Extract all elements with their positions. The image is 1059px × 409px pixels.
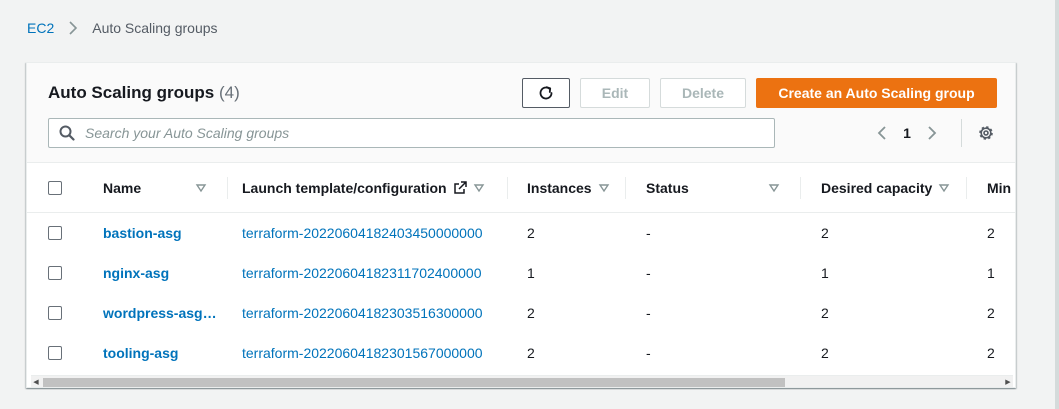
row-select-cell	[48, 213, 62, 253]
sort-icon[interactable]	[598, 182, 610, 194]
instances-cell: 1	[527, 265, 535, 281]
breadcrumb: EC2 Auto Scaling groups	[27, 18, 218, 38]
refresh-icon	[537, 84, 555, 102]
horizontal-scrollbar[interactable]: ◀ ▶	[31, 375, 1013, 387]
column-header-label: Desired capacity	[821, 180, 933, 196]
table-row[interactable]: wordpress-asg… terraform-202206041823035…	[27, 293, 1015, 333]
column-header-label: Instances	[527, 180, 592, 196]
page-title: Auto Scaling groups (4)	[48, 83, 240, 103]
row-select-cell	[48, 333, 62, 373]
scroll-right-icon[interactable]: ▶	[1003, 376, 1013, 387]
edit-button[interactable]: Edit	[580, 78, 650, 108]
column-header-label: Launch template/configuration	[242, 180, 447, 196]
group-name-link[interactable]: bastion-asg	[103, 225, 182, 241]
delete-button[interactable]: Delete	[660, 78, 746, 108]
chevron-right-icon	[68, 21, 78, 35]
auto-scaling-groups-table: Name Launch template/configuration Insta…	[27, 163, 1015, 373]
search-input[interactable]	[85, 125, 774, 141]
column-header-label: Min	[987, 180, 1012, 196]
desired-capacity-cell: 1	[821, 265, 829, 281]
min-cell: 1	[987, 265, 995, 281]
status-cell: -	[646, 225, 651, 241]
launch-template-link[interactable]: terraform-20220604182311702400000	[242, 265, 482, 281]
select-all-checkbox[interactable]	[48, 181, 62, 195]
launch-template-link[interactable]: terraform-20220604182301567000000	[242, 345, 483, 361]
panel-title-text: Auto Scaling groups	[48, 83, 215, 102]
scrollbar-thumb[interactable]	[43, 378, 785, 387]
row-checkbox[interactable]	[48, 346, 62, 360]
group-name-link[interactable]: wordpress-asg…	[103, 305, 217, 321]
column-header-label: Status	[646, 180, 689, 196]
status-cell: -	[646, 345, 651, 361]
search-icon	[59, 125, 75, 141]
scroll-left-icon[interactable]: ◀	[31, 376, 41, 387]
column-divider	[966, 177, 967, 199]
row-checkbox[interactable]	[48, 266, 62, 280]
row-checkbox[interactable]	[48, 226, 62, 240]
column-divider	[625, 177, 626, 199]
desired-capacity-cell: 2	[821, 225, 829, 241]
auto-scaling-groups-panel: Auto Scaling groups (4) Edit Delete Crea…	[26, 62, 1016, 388]
table-header-row: Name Launch template/configuration Insta…	[27, 163, 1015, 213]
pagination: 1	[872, 121, 942, 145]
status-cell: -	[646, 265, 651, 281]
gear-icon[interactable]	[977, 124, 995, 142]
external-link-icon	[453, 181, 467, 195]
desired-capacity-cell: 2	[821, 305, 829, 321]
launch-template-link[interactable]: terraform-20220604182303516300000	[242, 305, 483, 321]
sort-icon[interactable]	[768, 182, 780, 194]
window-edge	[1055, 0, 1059, 409]
instances-cell: 2	[527, 345, 535, 361]
row-checkbox[interactable]	[48, 306, 62, 320]
desired-capacity-cell: 2	[821, 345, 829, 361]
column-header-min[interactable]: Min	[987, 163, 1011, 213]
column-header-desired-capacity[interactable]: Desired capacity	[821, 163, 950, 213]
table-row[interactable]: nginx-asg terraform-20220604182311702400…	[27, 253, 1015, 293]
chevron-right-icon[interactable]	[922, 121, 942, 145]
instances-cell: 2	[527, 305, 535, 321]
min-cell: 2	[987, 305, 995, 321]
status-cell: -	[646, 305, 651, 321]
row-select-cell	[48, 293, 62, 333]
column-divider	[227, 177, 228, 199]
min-cell: 2	[987, 225, 995, 241]
toolbar-divider	[961, 119, 962, 147]
group-name-link[interactable]: tooling-asg	[103, 345, 178, 361]
column-header-instances[interactable]: Instances	[527, 163, 610, 213]
table-row[interactable]: tooling-asg terraform-202206041823015670…	[27, 333, 1015, 373]
column-divider	[800, 177, 801, 199]
create-auto-scaling-group-button[interactable]: Create an Auto Scaling group	[756, 78, 997, 108]
current-page-number[interactable]: 1	[892, 125, 922, 141]
panel-header: Auto Scaling groups (4) Edit Delete Crea…	[27, 63, 1015, 163]
column-header-status[interactable]: Status	[646, 163, 780, 213]
sort-icon[interactable]	[473, 182, 485, 194]
chevron-left-icon[interactable]	[872, 121, 892, 145]
column-header-launch-template[interactable]: Launch template/configuration	[242, 163, 485, 213]
refresh-button[interactable]	[522, 78, 570, 108]
column-header-label: Name	[103, 180, 142, 196]
instances-cell: 2	[527, 225, 535, 241]
column-divider	[507, 177, 508, 199]
select-all-cell	[48, 163, 62, 213]
sort-icon[interactable]	[195, 182, 207, 194]
search-box	[48, 118, 775, 148]
table-row[interactable]: bastion-asg terraform-202206041824034500…	[27, 213, 1015, 253]
group-count: (4)	[218, 83, 240, 102]
sort-icon[interactable]	[938, 182, 950, 194]
breadcrumb-ec2-link[interactable]: EC2	[27, 20, 54, 36]
group-name-link[interactable]: nginx-asg	[103, 265, 169, 281]
min-cell: 2	[987, 345, 995, 361]
breadcrumb-current: Auto Scaling groups	[92, 20, 218, 36]
launch-template-link[interactable]: terraform-20220604182403450000000	[242, 225, 483, 241]
column-header-name[interactable]: Name	[103, 163, 207, 213]
row-select-cell	[48, 253, 62, 293]
